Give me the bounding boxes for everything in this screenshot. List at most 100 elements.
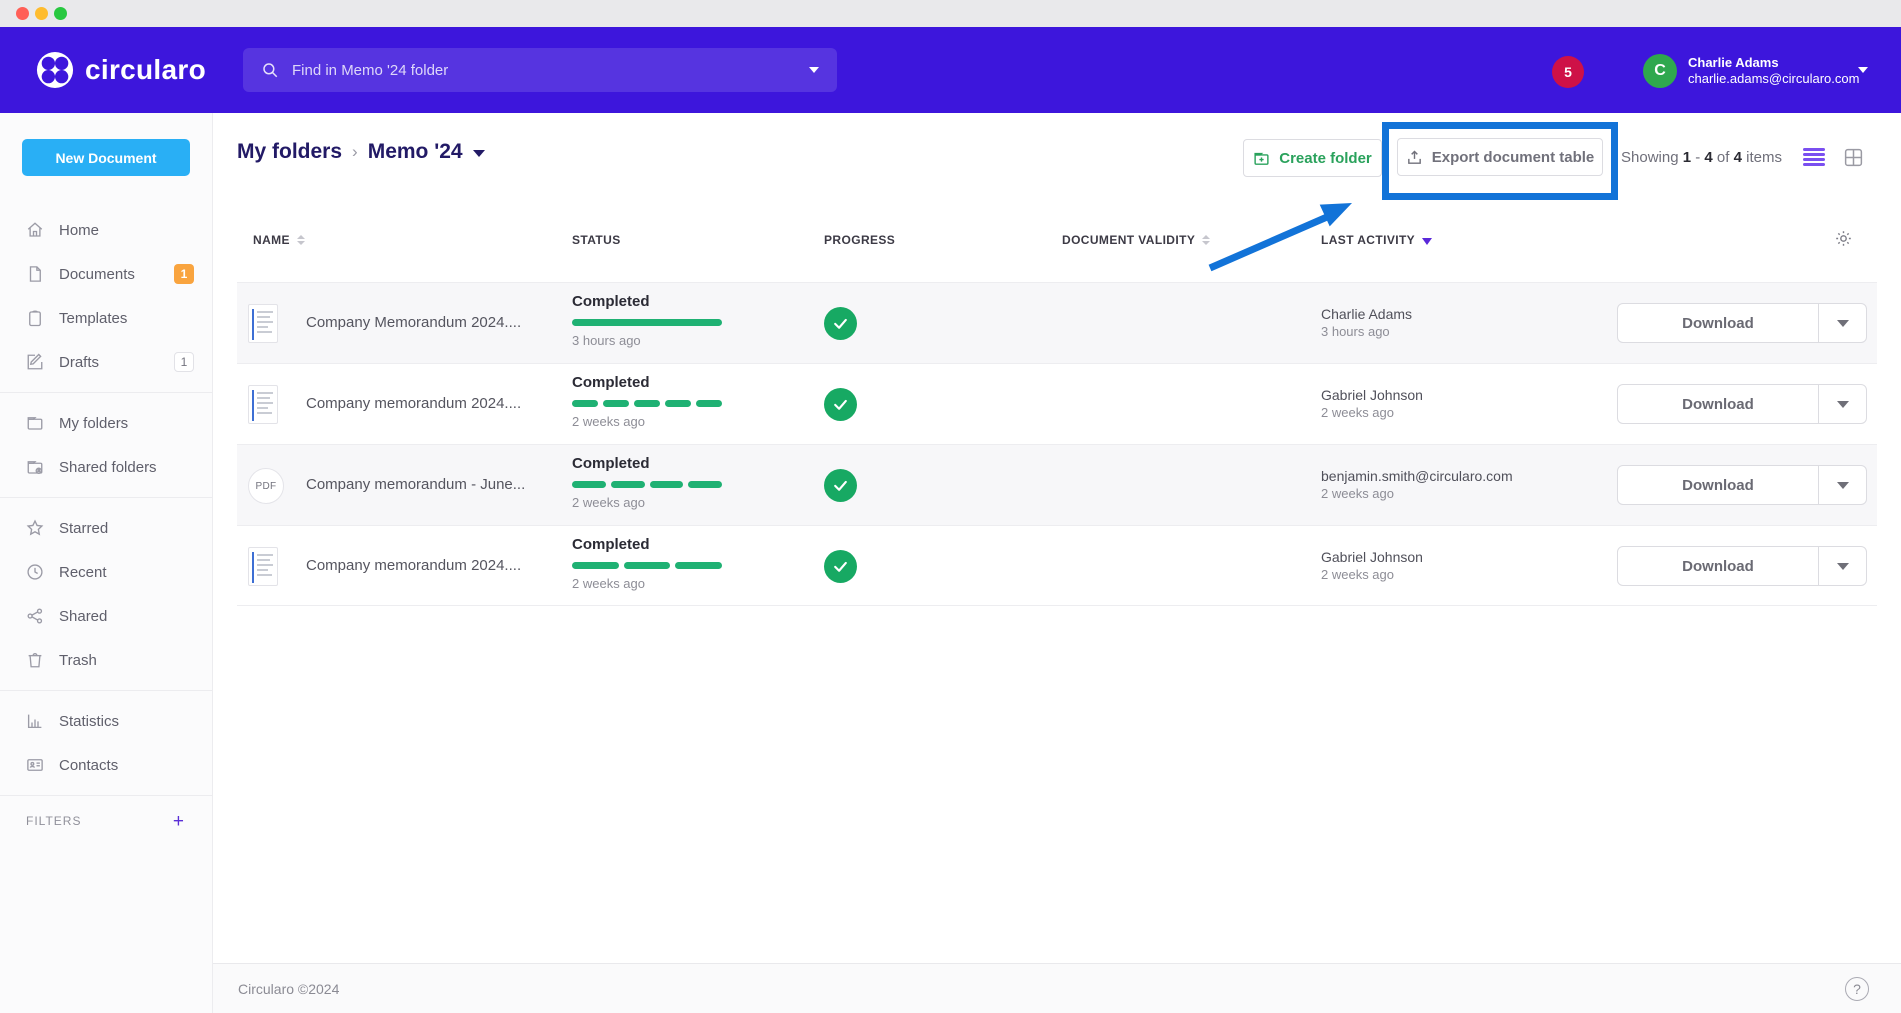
activity-time: 2 weeks ago — [1321, 566, 1423, 583]
caret-down-icon — [1837, 401, 1849, 408]
sidebar-item-contacts[interactable]: Contacts — [0, 743, 212, 787]
notification-badge[interactable]: 5 — [1552, 56, 1584, 88]
breadcrumb-current-folder[interactable]: Memo '24 — [368, 140, 463, 164]
status-time: 3 hours ago — [572, 333, 722, 348]
table-row[interactable]: PDF Company memorandum - June... Complet… — [237, 444, 1877, 525]
brand-logo[interactable]: circularo — [36, 51, 206, 89]
download-options-caret[interactable] — [1818, 385, 1866, 423]
filters-label: FILTERS — [26, 814, 173, 828]
user-menu[interactable]: Charlie Adams charlie.adams@circularo.co… — [1688, 55, 1859, 87]
home-icon — [26, 221, 44, 239]
sidebar-item-home[interactable]: Home — [0, 208, 212, 252]
download-label: Download — [1682, 315, 1754, 332]
sidebar-item-templates[interactable]: Templates — [0, 296, 212, 340]
grid-view-toggle-icon[interactable] — [1843, 147, 1864, 168]
pagination-summary: Showing 1 - 4 of 4 items — [1621, 149, 1782, 166]
sidebar-item-documents[interactable]: Documents 1 — [0, 252, 212, 296]
doc-name[interactable]: Company memorandum 2024.... — [306, 395, 521, 412]
sort-icon[interactable] — [1202, 235, 1210, 245]
sidebar-item-drafts[interactable]: Drafts 1 — [0, 340, 212, 384]
download-options-caret[interactable] — [1818, 466, 1866, 504]
sidebar-item-statistics[interactable]: Statistics — [0, 699, 212, 743]
progress-bar — [572, 400, 722, 407]
sidebar-divider — [0, 795, 212, 796]
download-split-button[interactable]: Download — [1617, 546, 1867, 586]
column-header-progress[interactable]: PROGRESS — [824, 233, 895, 247]
progress-complete-check-icon — [824, 388, 857, 421]
column-header-document-validity[interactable]: DOCUMENT VALIDITY — [1062, 233, 1210, 247]
sidebar-divider — [0, 690, 212, 691]
sidebar-item-label: Starred — [59, 520, 194, 537]
new-document-button[interactable]: New Document — [22, 139, 190, 176]
doc-name[interactable]: Company memorandum - June... — [306, 476, 525, 493]
status-label: Completed — [572, 374, 722, 391]
help-icon[interactable]: ? — [1845, 977, 1869, 1001]
download-button[interactable]: Download — [1618, 466, 1818, 504]
sidebar-item-label: Statistics — [59, 713, 194, 730]
create-folder-button[interactable]: Create folder — [1243, 139, 1382, 177]
document-thumbnail — [248, 547, 278, 586]
download-label: Download — [1682, 396, 1754, 413]
table-row[interactable]: Company memorandum 2024.... Completed 2 … — [237, 363, 1877, 444]
macos-titlebar — [0, 0, 1901, 27]
sort-desc-icon — [1422, 238, 1432, 245]
download-label: Download — [1682, 558, 1754, 575]
close-window-button[interactable] — [16, 7, 29, 20]
column-header-name[interactable]: NAME — [253, 233, 305, 247]
breadcrumb: My folders › Memo '24 — [237, 140, 485, 164]
sidebar-item-shared[interactable]: Shared — [0, 594, 212, 638]
table-settings-gear-icon[interactable] — [1834, 229, 1853, 248]
doc-name[interactable]: Company memorandum 2024.... — [306, 557, 521, 574]
breadcrumb-my-folders[interactable]: My folders — [237, 140, 342, 164]
progress-bar — [572, 481, 722, 488]
minimize-window-button[interactable] — [35, 7, 48, 20]
download-split-button[interactable]: Download — [1617, 384, 1867, 424]
sidebar-item-label: Shared — [59, 608, 194, 625]
download-button[interactable]: Download — [1618, 547, 1818, 585]
add-filter-button[interactable]: + — [173, 812, 184, 831]
folder-plus-icon — [1253, 150, 1270, 167]
drafts-count-badge: 1 — [174, 352, 194, 372]
download-options-caret[interactable] — [1818, 547, 1866, 585]
download-button[interactable]: Download — [1618, 385, 1818, 423]
download-button[interactable]: Download — [1618, 304, 1818, 342]
footer: Circularo ©2024 ? — [213, 963, 1901, 1013]
download-split-button[interactable]: Download — [1617, 465, 1867, 505]
sidebar-divider — [0, 392, 212, 393]
caret-down-icon — [1837, 563, 1849, 570]
sidebar-item-label: My folders — [59, 415, 194, 432]
download-split-button[interactable]: Download — [1617, 303, 1867, 343]
column-header-last-activity[interactable]: LAST ACTIVITY — [1321, 233, 1432, 247]
progress-bar — [572, 319, 722, 326]
sidebar-item-label: Drafts — [59, 354, 174, 371]
doc-name[interactable]: Company Memorandum 2024.... — [306, 314, 521, 331]
shared-folder-icon — [26, 458, 44, 476]
column-header-status[interactable]: STATUS — [572, 233, 621, 247]
maximize-window-button[interactable] — [54, 7, 67, 20]
sort-icon[interactable] — [297, 235, 305, 245]
caret-down-icon — [1837, 320, 1849, 327]
sidebar-item-recent[interactable]: Recent — [0, 550, 212, 594]
sidebar-item-shared-folders[interactable]: Shared folders — [0, 445, 212, 489]
table-row[interactable]: Company Memorandum 2024.... Completed 3 … — [237, 282, 1877, 363]
user-email: charlie.adams@circularo.com — [1688, 71, 1859, 87]
search-scope-caret-icon[interactable] — [809, 67, 819, 73]
download-options-caret[interactable] — [1818, 304, 1866, 342]
avatar[interactable]: C — [1643, 54, 1677, 88]
search-input[interactable]: Find in Memo '24 folder — [243, 48, 837, 92]
status-cell: Completed 2 weeks ago — [572, 536, 722, 591]
status-label: Completed — [572, 455, 722, 472]
user-menu-caret-icon[interactable] — [1858, 67, 1868, 73]
sidebar-item-starred[interactable]: Starred — [0, 506, 212, 550]
status-time: 2 weeks ago — [572, 414, 722, 429]
progress-complete-check-icon — [824, 307, 857, 340]
export-document-table-button[interactable]: Export document table — [1397, 138, 1603, 176]
document-thumbnail-cell: PDF — [248, 466, 284, 504]
folder-menu-caret-icon[interactable] — [473, 150, 485, 157]
clipboard-icon — [26, 309, 44, 327]
sidebar-item-trash[interactable]: Trash — [0, 638, 212, 682]
sidebar-item-my-folders[interactable]: My folders — [0, 401, 212, 445]
table-row[interactable]: Company memorandum 2024.... Completed 2 … — [237, 525, 1877, 606]
list-view-toggle-icon[interactable] — [1803, 148, 1825, 166]
create-folder-label: Create folder — [1279, 150, 1372, 167]
